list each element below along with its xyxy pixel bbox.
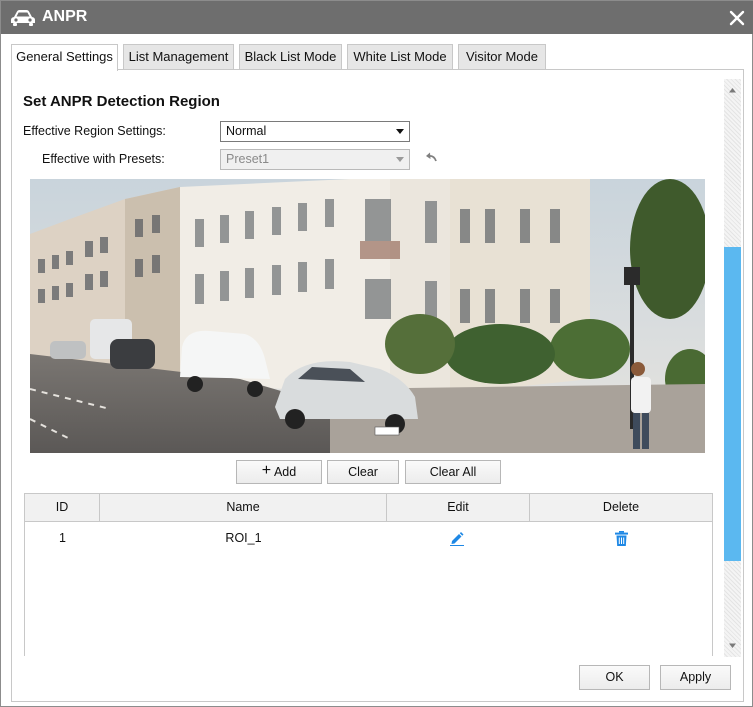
region-settings-label: Effective Region Settings: <box>23 124 166 138</box>
column-header-delete: Delete <box>602 500 640 514</box>
presets-value: Preset1 <box>226 152 270 166</box>
plus-icon: + <box>261 462 272 479</box>
trash-icon[interactable] <box>615 531 628 546</box>
row-name: ROI_1 <box>225 531 262 545</box>
ok-button[interactable]: OK <box>579 665 650 690</box>
close-icon[interactable] <box>724 5 750 31</box>
apply-button[interactable]: Apply <box>660 665 731 690</box>
tab-visitor-mode[interactable]: Visitor Mode <box>458 44 546 70</box>
title-bar: ANPR <box>1 1 753 34</box>
scroll-down-icon[interactable] <box>724 637 741 654</box>
tab-list-management[interactable]: List Management <box>123 44 234 70</box>
table-header: ID Name Edit Delete <box>25 494 712 522</box>
column-header-edit: Edit <box>387 494 530 521</box>
window-title: ANPR <box>42 8 88 25</box>
scrollbar-thumb[interactable] <box>724 247 741 561</box>
add-region-button[interactable]: + Add <box>236 460 322 484</box>
car-icon <box>11 10 35 26</box>
camera-preview[interactable] <box>30 179 705 453</box>
row-id: 1 <box>59 531 66 545</box>
chevron-down-icon <box>396 157 404 162</box>
clear-region-button[interactable]: Clear <box>327 460 399 484</box>
column-header-name: Name <box>100 494 387 521</box>
scroll-up-icon[interactable] <box>724 82 741 99</box>
undo-icon[interactable] <box>424 151 438 163</box>
pencil-icon[interactable] <box>450 531 464 546</box>
vertical-scrollbar[interactable] <box>724 79 741 657</box>
presets-label: Effective with Presets: <box>42 152 165 166</box>
presets-select[interactable]: Preset1 <box>220 149 410 170</box>
region-settings-select[interactable]: Normal <box>220 121 410 142</box>
section-title: Set ANPR Detection Region <box>23 93 220 110</box>
tab-black-list-mode[interactable]: Black List Mode <box>239 44 342 70</box>
region-table: ID Name Edit Delete 1 ROI_1 <box>24 493 713 656</box>
anpr-dialog: ANPR General Settings List Management Bl… <box>0 0 753 707</box>
column-header-id: ID <box>25 494 100 521</box>
region-settings-value: Normal <box>226 124 267 138</box>
chevron-down-icon <box>396 129 404 134</box>
clear-all-regions-button[interactable]: Clear All <box>405 460 501 484</box>
tab-white-list-mode[interactable]: White List Mode <box>347 44 453 70</box>
add-region-label: Add <box>273 465 297 479</box>
tab-general-settings[interactable]: General Settings <box>11 44 118 71</box>
